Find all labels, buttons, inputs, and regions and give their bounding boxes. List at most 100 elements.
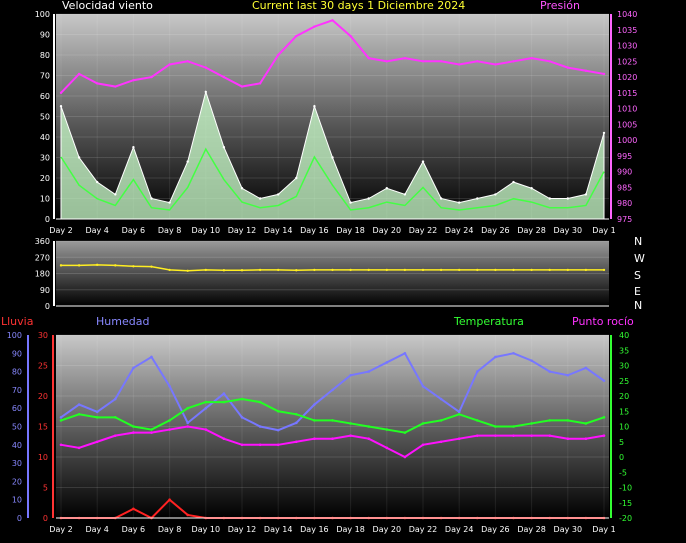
dewpoint-point: [494, 434, 497, 437]
temperature-y-tick-label: 0: [619, 453, 624, 462]
wind-direction-point: [494, 268, 497, 272]
pressure-y-tick-label: 1035: [617, 26, 637, 35]
humidity-point: [132, 366, 135, 370]
pressure-point: [439, 60, 443, 63]
pressure-point: [403, 56, 407, 60]
dewpoint-point: [59, 443, 63, 447]
dewpoint-point: [168, 428, 171, 431]
dewpoint-point: [548, 434, 551, 437]
wind-direction-point: [385, 268, 388, 272]
temperature-point: [530, 422, 533, 425]
climate-x-tick-label: Day 18: [336, 525, 365, 534]
temperature-y-tick-label: 35: [619, 346, 629, 355]
humidity-y-tick-label: 90: [12, 349, 22, 358]
pressure-point: [548, 60, 551, 63]
dewpoint-point: [457, 437, 461, 441]
pressure-point: [313, 25, 316, 28]
temperature-point: [385, 428, 389, 431]
dewpoint-point: [186, 425, 189, 428]
temperature-point: [602, 416, 606, 419]
humidity-point: [566, 373, 570, 377]
dewpoint-point: [367, 437, 371, 441]
temperature-y-tick-label: 10: [619, 423, 629, 432]
wind-y-tick-label: 30: [40, 154, 50, 163]
pressure-point: [331, 19, 334, 22]
dewpoint-point: [295, 440, 298, 444]
dewpoint-point: [222, 437, 226, 441]
pressure-point: [96, 82, 99, 85]
wind-speed-point: [240, 187, 244, 190]
pressure-point: [530, 56, 533, 60]
humidity-y-tick-label: 70: [12, 386, 22, 395]
wind-speed-point: [367, 197, 370, 200]
rain-y-tick-label: 0: [43, 514, 48, 523]
wind-y-tick-label: 10: [40, 195, 50, 204]
pressure-point: [349, 34, 352, 38]
dewpoint-point: [566, 437, 570, 441]
pressure-point: [566, 66, 569, 69]
wind-x-tick-label: Day 30: [554, 226, 583, 235]
pressure-label: Presión: [540, 0, 580, 12]
rain-y-tick-label: 15: [38, 423, 48, 432]
rain-y-tick-label: 20: [38, 392, 48, 401]
climate-x-tick-label: Day 28: [517, 525, 546, 534]
humidity-y-tick-label: 50: [12, 423, 22, 432]
pressure-point: [258, 82, 262, 85]
dewpoint-point: [313, 437, 316, 441]
dewpoint-point: [240, 443, 244, 447]
pressure-y-tick-label: 1030: [617, 42, 637, 51]
wind-speed-point: [512, 180, 515, 184]
wind-direction-point: [132, 265, 135, 268]
wind-speed-point: [77, 156, 81, 159]
wind-x-tick-label: Day 16: [300, 226, 329, 235]
climate-x-tick-label: Day 16: [300, 525, 329, 534]
pressure-y-tick-label: 990: [617, 168, 632, 177]
temperature-y-tick-label: 15: [619, 407, 629, 416]
pressure-y-tick-label: 1000: [617, 136, 637, 145]
pressure-point: [59, 91, 63, 95]
wind-y-tick-label: 20: [40, 174, 50, 183]
dewpoint-point: [349, 434, 352, 437]
climate-x-tick-label: Day 24: [445, 525, 474, 534]
wind-x-tick-label: Day 12: [228, 226, 257, 235]
wind-speed-point: [59, 105, 63, 108]
dewpoint-point: [403, 455, 407, 459]
humidity-point: [95, 410, 99, 414]
humidity-point: [240, 416, 244, 419]
wind-speed-point: [222, 146, 226, 149]
climate-x-tick-label: Day 20: [373, 525, 402, 534]
pressure-point: [240, 85, 244, 88]
pressure-point: [114, 85, 117, 88]
temperature-point: [476, 419, 479, 422]
dewpoint-point: [204, 428, 208, 431]
temperature-y-tick-label: -15: [619, 499, 632, 508]
temperature-point: [566, 419, 570, 422]
wind-direction-point: [421, 268, 425, 272]
temperature-point: [132, 425, 135, 428]
wind-direction-point: [584, 268, 588, 272]
humidity-y-tick-label: 0: [17, 514, 22, 523]
pressure-y-tick-label: 1040: [617, 10, 637, 19]
wind-y-tick-label: 50: [40, 113, 50, 122]
wind-direction-point: [240, 269, 244, 272]
pressure-point: [222, 75, 226, 79]
rain-point: [132, 507, 135, 511]
pressure-point: [168, 63, 171, 66]
dewpoint-point: [439, 440, 443, 444]
humidity-point: [349, 373, 352, 377]
pressure-point: [204, 66, 207, 69]
temperature-point: [240, 397, 244, 401]
humidity-point: [150, 355, 153, 359]
temperature-point: [150, 428, 153, 431]
humidity-point: [548, 370, 551, 373]
wind-direction-point: [439, 268, 443, 272]
humidity-point: [331, 388, 334, 392]
compass-s: S: [634, 269, 641, 282]
wind-speed-point: [313, 105, 316, 108]
wind-direction-point: [313, 268, 316, 272]
humidity-point: [186, 421, 189, 425]
wind-direction-point: [403, 268, 407, 272]
rain-point: [168, 498, 171, 502]
dewpoint-point: [114, 434, 117, 437]
wind-x-tick-label: Day 14: [264, 226, 293, 235]
